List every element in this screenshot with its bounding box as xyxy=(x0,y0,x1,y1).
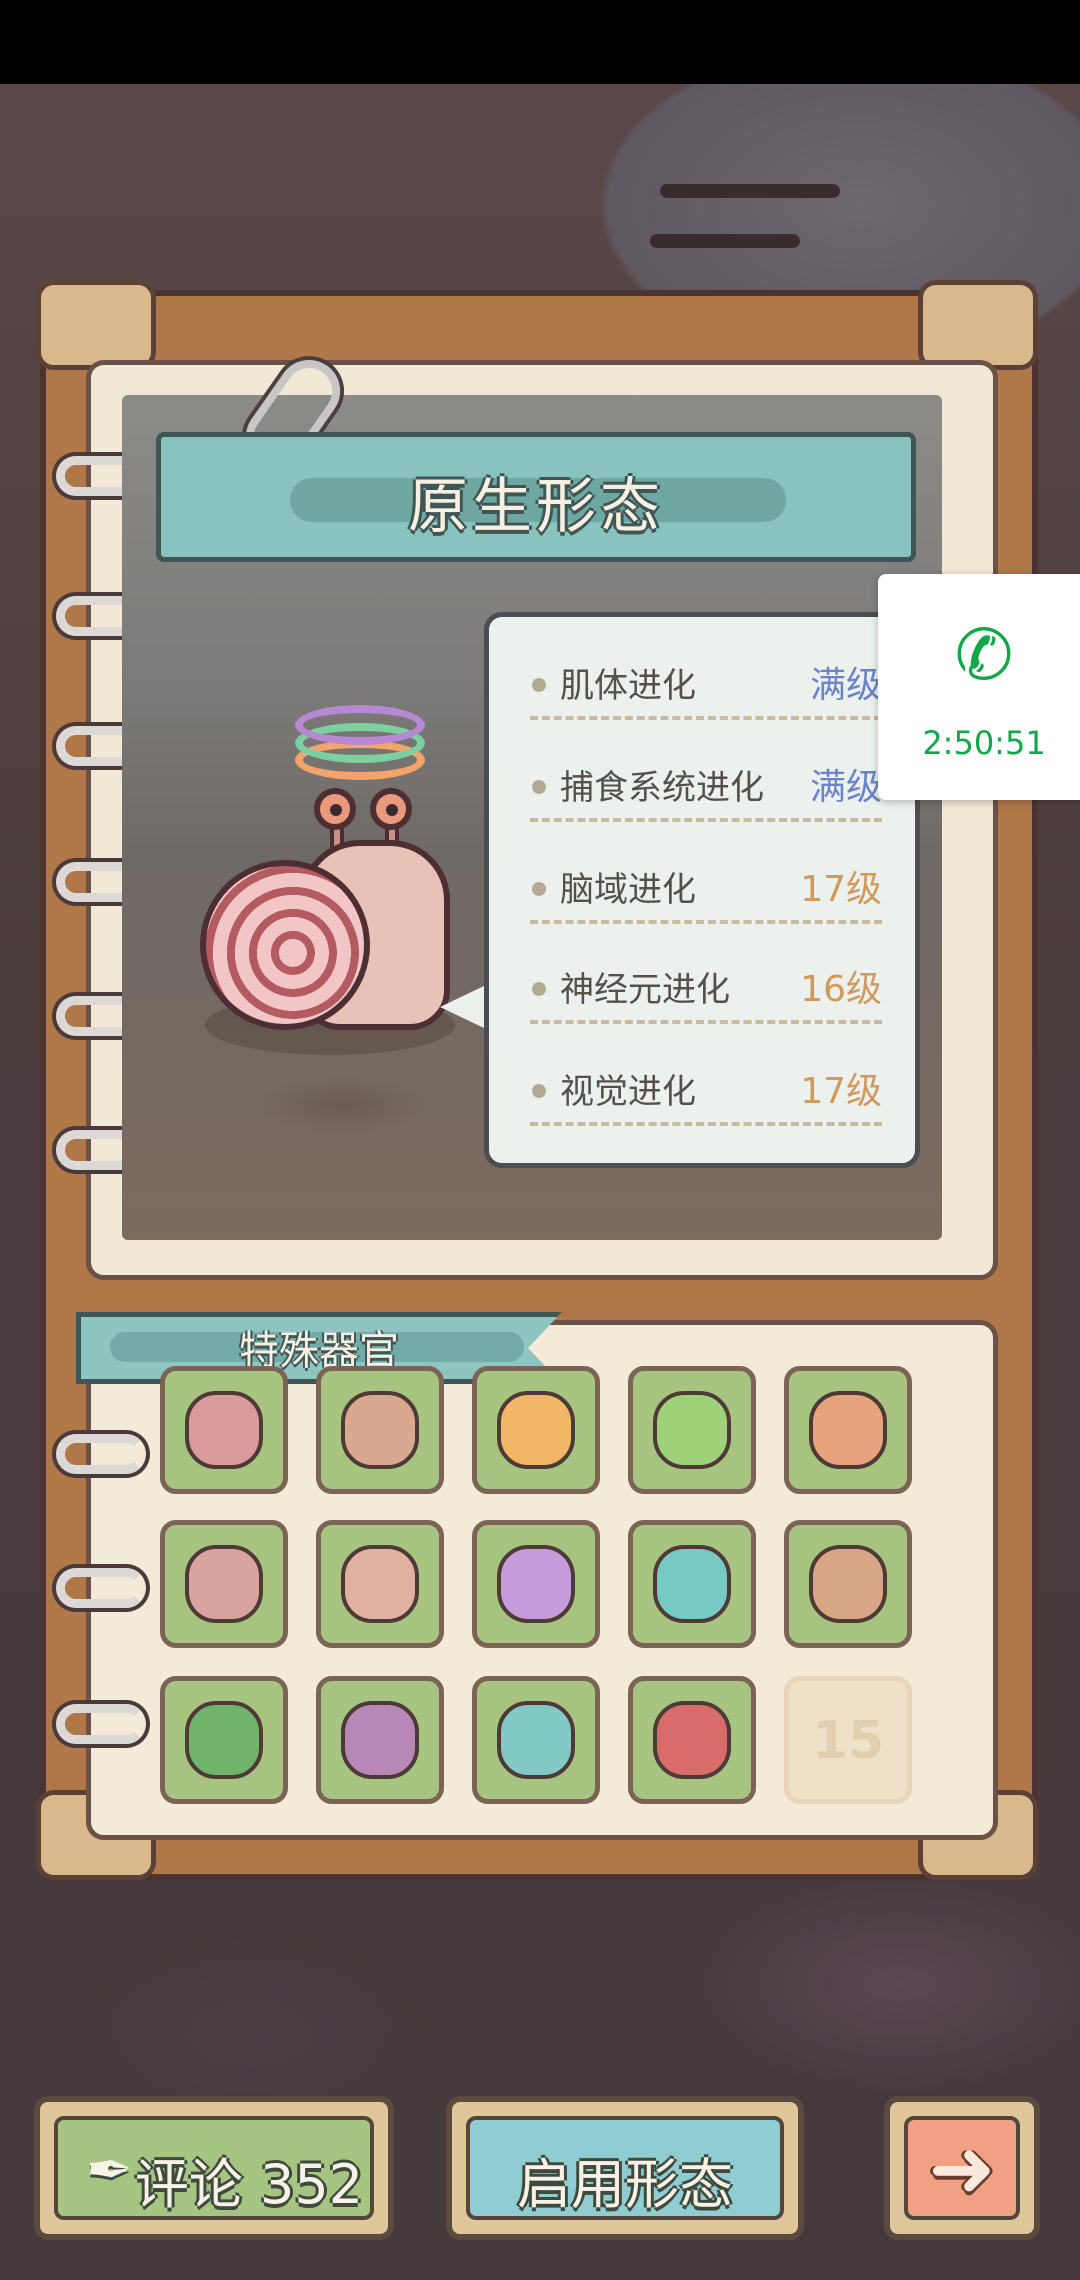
stat-name: 捕食系统进化 xyxy=(560,768,764,808)
tusked-mouth-icon xyxy=(185,1545,263,1623)
binder-ring xyxy=(56,1568,146,1608)
organ-slot[interactable] xyxy=(316,1676,444,1804)
comment-label: 评论 352 xyxy=(134,2153,364,2216)
locked-slot[interactable]: 15 xyxy=(784,1676,912,1804)
bg-pipe xyxy=(650,234,800,248)
creature-eye xyxy=(370,788,412,830)
bullet-dot xyxy=(532,982,546,996)
divider xyxy=(530,1020,882,1024)
teal-eye-stalk-icon xyxy=(653,1545,731,1623)
teal-brain-icon xyxy=(497,1701,575,1779)
stat-name: 神经元进化 xyxy=(560,970,730,1010)
green-eye-stalk-icon xyxy=(653,1391,731,1469)
organ-slot[interactable] xyxy=(472,1366,600,1494)
bullet-dot xyxy=(532,678,546,692)
bg-pipe xyxy=(660,184,840,198)
spiked-hide-icon xyxy=(341,1391,419,1469)
stat-row: 捕食系统进化 满级 xyxy=(530,738,882,838)
form-title: 原生形态 xyxy=(408,472,664,542)
orange-brain-icon xyxy=(497,1391,575,1469)
stat-level: 满级 xyxy=(809,665,882,706)
organ-slot[interactable] xyxy=(784,1520,912,1648)
creature-eye xyxy=(314,788,356,830)
bullet-dot xyxy=(532,882,546,896)
stat-level: 16级 xyxy=(800,969,882,1010)
bullet-dot xyxy=(532,780,546,794)
divider xyxy=(530,716,882,720)
book-corner xyxy=(918,280,1038,370)
comment-button[interactable]: ✒ 评论 352 xyxy=(34,2096,394,2240)
divider xyxy=(530,1122,882,1126)
organ-slot[interactable] xyxy=(628,1676,756,1804)
eye-cluster-icon xyxy=(185,1701,263,1779)
stats-bubble-tail xyxy=(440,985,486,1029)
stat-name: 脑域进化 xyxy=(560,870,696,910)
organ-slot[interactable] xyxy=(628,1366,756,1494)
organ-slot[interactable] xyxy=(160,1676,288,1804)
next-button[interactable]: ➜ xyxy=(884,2096,1040,2240)
stat-row: 脑域进化 17级 xyxy=(530,840,882,940)
arrow-right-icon: ➜ xyxy=(928,2122,996,2215)
organ-slot[interactable] xyxy=(316,1366,444,1494)
stat-level: 17级 xyxy=(800,1071,882,1112)
phone-icon: ✆ xyxy=(954,614,1014,696)
organ-slot[interactable] xyxy=(628,1520,756,1648)
divider xyxy=(530,818,882,822)
slot-number: 15 xyxy=(811,1711,885,1771)
stat-row: 视觉进化 17级 xyxy=(530,1042,882,1142)
organ-slot[interactable] xyxy=(472,1520,600,1648)
stat-row: 神经元进化 16级 xyxy=(530,940,882,1040)
stat-level: 17级 xyxy=(800,869,882,910)
book-corner xyxy=(36,280,156,370)
mechanical-neuron-icon xyxy=(809,1545,887,1623)
enable-form-label: 启用形态 xyxy=(517,2153,733,2216)
organ-slot[interactable] xyxy=(316,1520,444,1648)
organ-slot[interactable] xyxy=(160,1366,288,1494)
stat-name: 肌体进化 xyxy=(560,666,696,706)
call-duration: 2:50:51 xyxy=(922,724,1046,762)
neuron-icon xyxy=(809,1391,887,1469)
binder-ring xyxy=(56,1704,146,1744)
halo-ring xyxy=(295,705,425,745)
status-bar xyxy=(0,0,1080,84)
striped-hide-icon xyxy=(341,1545,419,1623)
bullet-dot xyxy=(532,1084,546,1098)
enable-form-button[interactable]: 启用形态 xyxy=(446,2096,804,2240)
purple-brain-icon xyxy=(497,1545,575,1623)
horns-icon xyxy=(341,1701,419,1779)
call-widget[interactable]: ✆ 2:50:51 xyxy=(878,574,1080,800)
organ-slot[interactable] xyxy=(784,1366,912,1494)
stat-row: 肌体进化 满级 xyxy=(530,636,882,736)
organ-slot[interactable] xyxy=(160,1520,288,1648)
binder-ring xyxy=(56,1434,146,1474)
creature-shell xyxy=(200,860,370,1030)
organ-slot[interactable] xyxy=(472,1676,600,1804)
red-eye-stalk-icon xyxy=(653,1701,731,1779)
stat-name: 视觉进化 xyxy=(560,1072,696,1112)
stat-level: 满级 xyxy=(809,767,882,808)
divider xyxy=(530,920,882,924)
fanged-mouth-icon xyxy=(185,1391,263,1469)
